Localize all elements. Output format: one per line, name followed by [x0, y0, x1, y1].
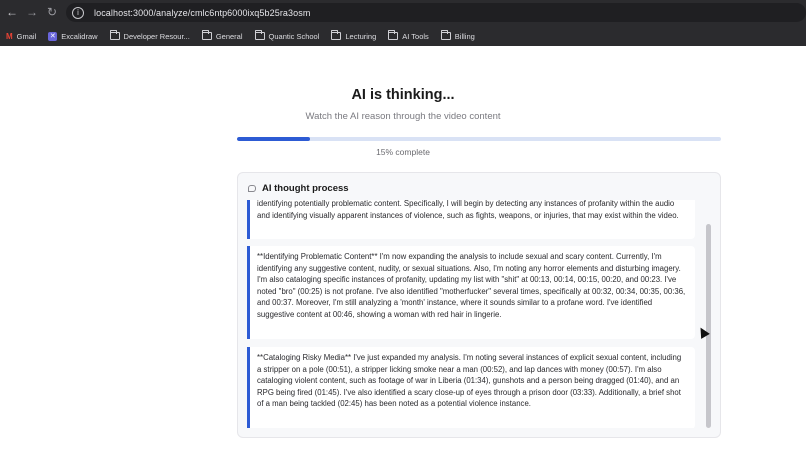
thought-list[interactable]: identifying potentially problematic cont… [247, 200, 695, 428]
address-row: ← → ↻ i localhost:3000/analyze/cmlc6ntp6… [0, 0, 806, 24]
bookmark-label: Developer Resour... [123, 31, 190, 41]
bookmark-gmail[interactable]: M Gmail [6, 32, 36, 41]
progress-fill [237, 137, 310, 141]
folder-icon [254, 30, 265, 40]
bookmark-label: General [215, 31, 243, 41]
bookmark-excalidraw[interactable]: ✕ Excalidraw [48, 31, 98, 41]
page-subtitle: Watch the AI reason through the video co… [305, 111, 501, 122]
folder-icon [331, 30, 342, 40]
bookmark-label: AI Tools [402, 31, 429, 41]
bookmark-ai-tools[interactable]: AI Tools [388, 30, 429, 41]
bookmark-label: Billing [454, 31, 475, 41]
bookmark-label: Excalidraw [61, 31, 98, 41]
folder-icon [388, 30, 399, 40]
folder-icon [201, 30, 212, 40]
reload-icon[interactable]: ↻ [42, 2, 62, 22]
panel-header: AI thought process [248, 183, 349, 194]
thought-item: **Cataloging Risky Media** I've just exp… [247, 347, 695, 428]
thought-item: identifying potentially problematic cont… [247, 200, 695, 239]
bookmark-label: Lecturing [345, 31, 377, 41]
excalidraw-icon: ✕ [48, 31, 58, 41]
url-text[interactable]: localhost:3000/analyze/cmlc6ntp6000ixq5b… [94, 8, 310, 18]
progress-label: 15% complete [376, 147, 430, 157]
forward-arrow-icon[interactable]: → [22, 2, 42, 22]
panel-title: AI thought process [262, 183, 349, 194]
back-arrow-icon[interactable]: ← [2, 2, 22, 22]
bookmark-label: Gmail [16, 31, 37, 41]
chat-bubble-icon [248, 185, 256, 192]
folder-icon [440, 30, 451, 40]
bookmark-label: Quantic School [268, 31, 320, 41]
scrollbar[interactable] [705, 200, 712, 428]
browser-chrome: ← → ↻ i localhost:3000/analyze/cmlc6ntp6… [0, 0, 806, 46]
site-info-icon[interactable]: i [72, 6, 84, 19]
scrollbar-thumb[interactable] [706, 224, 711, 428]
bookmark-lecturing[interactable]: Lecturing [331, 30, 377, 41]
bookmarks-bar: M Gmail ✕ Excalidraw Developer Resour...… [0, 27, 806, 45]
thought-item: **Identifying Problematic Content** I'm … [247, 246, 695, 339]
thought-process-panel: AI thought process identifying potential… [237, 172, 721, 438]
bookmark-quantic-school[interactable]: Quantic School [254, 30, 320, 41]
bookmark-billing[interactable]: Billing [440, 30, 475, 41]
bookmark-developer-resources[interactable]: Developer Resour... [109, 30, 190, 41]
progress-bar [237, 137, 721, 141]
page-title: AI is thinking... [351, 87, 455, 103]
folder-icon [109, 30, 120, 40]
address-bar[interactable]: i localhost:3000/analyze/cmlc6ntp6000ixq… [66, 3, 806, 22]
gmail-icon: M [6, 31, 13, 41]
bookmark-general[interactable]: General [201, 30, 243, 41]
